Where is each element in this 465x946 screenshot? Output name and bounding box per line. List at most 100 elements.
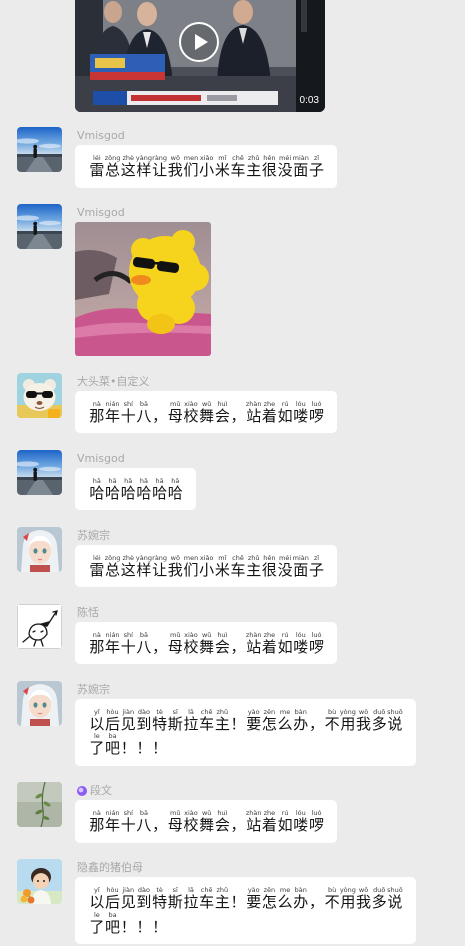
character-with-pinyin: hā 哈: [167, 477, 183, 502]
anime-girl-avatar[interactable]: [17, 526, 62, 572]
sender-name-row: 苏婉宗: [77, 681, 110, 699]
hanzi: 到: [136, 893, 152, 911]
character-with-pinyin: ！: [136, 732, 152, 757]
plant-avatar[interactable]: [17, 782, 62, 827]
hanzi: ，: [152, 637, 168, 656]
hanzi: 哈: [120, 483, 136, 502]
play-button[interactable]: [178, 21, 220, 63]
hanzi: 主: [214, 893, 230, 911]
hanzi: 哈: [136, 483, 152, 502]
message-content: 苏婉宗 yǐ 以 hòu 后 jiàn 见 dào 到 tè 特 sī 斯 lā 拉 chē 车 zhǔ 主！ yào…: [75, 681, 416, 766]
character-with-pinyin: lā 拉: [183, 708, 199, 733]
character-with-pinyin: ！: [120, 911, 136, 936]
message-bubble[interactable]: nà 那 nián 年 shí 十 bā 八， mǔ 母 xiào 校 wǔ 舞 huì 会， zhàn 站 zhe…: [75, 800, 338, 843]
landscape-avatar[interactable]: [17, 204, 62, 249]
message-content: Vmisgod hā 哈 hā 哈 hā 哈 hā 哈 hā 哈 hā 哈: [75, 450, 197, 510]
video-message[interactable]: 0:03: [75, 0, 325, 112]
character-with-pinyin: xiào 校: [183, 400, 199, 425]
character-with-pinyin: nián 年: [105, 631, 121, 656]
character-with-pinyin: yòng 用: [340, 886, 356, 911]
character-with-pinyin: hěn 很: [262, 154, 278, 179]
character-with-pinyin: hā 哈: [120, 477, 136, 502]
hanzi: 我: [356, 714, 372, 733]
hanzi: ！: [230, 893, 246, 911]
character-with-pinyin: yào 要: [246, 886, 262, 911]
character-with-pinyin: ，: [152, 809, 168, 834]
character-with-pinyin: le 了: [89, 911, 105, 936]
message-bubble[interactable]: yǐ 以 hòu 后 jiàn 见 dào 到 tè 特 sī 斯 lā 拉 chē 车 zhǔ 主！ yào 要 zě…: [75, 877, 416, 944]
hanzi: 雷: [89, 161, 105, 179]
hanzi: 八: [136, 637, 152, 656]
chat-message-list[interactable]: 0:03 Vmisgod léi 雷 zǒng 总 zhè 这 yàng 样 ràng 让 wǒ 我 me…: [0, 0, 465, 944]
bubble-line: le 了 ba 吧！！！: [89, 732, 403, 757]
character-with-pinyin: wǔ 舞: [199, 809, 215, 834]
sender-name: 大头菜•自定义: [77, 374, 150, 388]
character-with-pinyin: yào 要: [246, 708, 262, 733]
character-with-pinyin: hòu 后: [105, 886, 121, 911]
character-with-pinyin: miàn 面: [293, 154, 309, 179]
message-bubble[interactable]: léi 雷 zǒng 总 zhè 这 yàng 样 ràng 让 wǒ 我 men 们 xiǎo 小 mǐ 米 ch…: [75, 145, 338, 188]
hanzi: 主: [214, 714, 230, 733]
hanzi: 拉: [183, 893, 199, 911]
character-with-pinyin: yàng 样: [136, 154, 152, 179]
character-with-pinyin: shí 十: [120, 631, 136, 656]
character-with-pinyin: xiǎo 小: [199, 154, 215, 179]
bubble-line: léi 雷 zǒng 总 zhè 这 yàng 样 ràng 让 wǒ 我 men 们 xiǎo 小 mǐ 米 ch…: [89, 154, 324, 179]
character-with-pinyin: bā 八: [136, 809, 152, 834]
character-with-pinyin: tè 特: [152, 708, 168, 733]
character-with-pinyin: jiàn 见: [120, 708, 136, 733]
hanzi: 要: [246, 893, 262, 911]
landscape-avatar[interactable]: [17, 127, 62, 172]
hanzi: 拉: [183, 714, 199, 733]
character-with-pinyin: ，: [230, 400, 246, 425]
hanzi: ，: [230, 406, 246, 425]
hanzi: 车: [230, 560, 246, 579]
message-bubble[interactable]: léi 雷 zǒng 总 zhè 这 yàng 样 ràng 让 wǒ 我 men 们 xiǎo 小 mǐ 米 ch…: [75, 544, 338, 587]
hanzi: 们: [183, 560, 199, 579]
kid-flowers-avatar[interactable]: [17, 859, 62, 904]
messages: Vmisgod léi 雷 zǒng 总 zhè 这 yàng 样 ràng 让 wǒ 我 men 们 xiǎ…: [0, 127, 465, 944]
play-icon[interactable]: [178, 21, 220, 63]
sender-name-row: Vmisgod: [77, 450, 125, 468]
hanzi: 如: [277, 816, 293, 834]
character-with-pinyin: ！: [230, 708, 246, 733]
message-bubble[interactable]: nà 那 nián 年 shí 十 bā 八， mǔ 母 xiào 校 wǔ 舞 huì 会， zhàn 站 zhe…: [75, 621, 338, 664]
landscape-avatar[interactable]: [17, 449, 62, 495]
character-with-pinyin: duō 多: [371, 708, 387, 733]
hanzi: 后: [105, 893, 121, 911]
character-with-pinyin: wǔ 舞: [199, 400, 215, 425]
character-with-pinyin: lā 拉: [183, 886, 199, 911]
hanzi: 那: [89, 406, 105, 425]
character-with-pinyin: bā 八: [136, 400, 152, 425]
character-with-pinyin: yàng 样: [136, 554, 152, 579]
hanzi: 没: [277, 161, 293, 179]
message-bubble[interactable]: yǐ 以 hòu 后 jiàn 见 dào 到 tè 特 sī 斯 lā 拉 chē 车 zhǔ 主！ yào 要 zě…: [75, 698, 416, 766]
character-with-pinyin: wǒ 我: [167, 554, 183, 579]
hanzi: 会: [214, 637, 230, 656]
doodle-avatar[interactable]: [17, 603, 62, 649]
sender-name: 苏婉宗: [77, 682, 110, 696]
bear-sunglasses-avatar[interactable]: [17, 372, 62, 418]
duck-sticker[interactable]: [75, 222, 211, 356]
character-with-pinyin: ，: [152, 631, 168, 656]
character-with-pinyin: yǐ 以: [89, 886, 105, 911]
hanzi: 特: [152, 714, 168, 733]
character-with-pinyin: luó 啰: [309, 809, 325, 834]
anime-girl-avatar[interactable]: [17, 680, 62, 726]
message-content: Vmisgod: [75, 204, 211, 356]
hanzi: 了: [89, 739, 105, 757]
character-with-pinyin: wǒ 我: [167, 154, 183, 179]
character-with-pinyin: méi 没: [277, 154, 293, 179]
character-with-pinyin: zěn 怎: [262, 886, 278, 911]
message-row: Vmisgod: [0, 204, 465, 356]
hanzi: 校: [183, 406, 199, 425]
hanzi: 吧: [105, 739, 121, 757]
character-with-pinyin: ba 吧: [105, 911, 121, 936]
character-with-pinyin: dào 到: [136, 708, 152, 733]
character-with-pinyin: shí 十: [120, 400, 136, 425]
hanzi: 舞: [199, 816, 215, 834]
character-with-pinyin: chē 车: [230, 154, 246, 179]
character-with-pinyin: hòu 后: [105, 708, 121, 733]
message-bubble[interactable]: nà 那 nián 年 shí 十 bā 八， mǔ 母 xiào 校 wǔ 舞 huì 会， zhàn 站 zhe…: [75, 390, 338, 433]
message-bubble[interactable]: hā 哈 hā 哈 hā 哈 hā 哈 hā 哈 hā 哈: [75, 467, 197, 510]
